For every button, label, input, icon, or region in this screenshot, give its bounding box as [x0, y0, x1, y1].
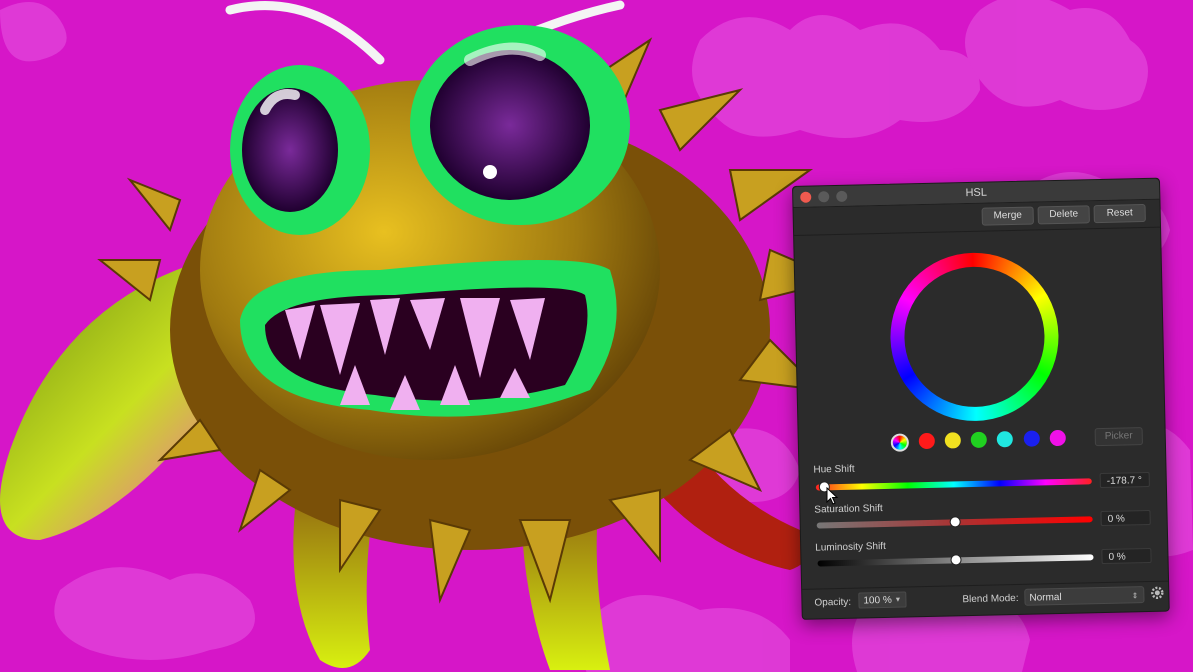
swatch-yellow[interactable]	[944, 432, 961, 449]
picker-button[interactable]: Picker	[1094, 427, 1143, 447]
swatch-magenta[interactable]	[1049, 429, 1066, 447]
hue-shift-value[interactable]: -178.7 °	[1099, 471, 1150, 489]
luminosity-shift-slider[interactable]	[817, 554, 1094, 567]
luminosity-shift-label: Luminosity Shift	[815, 540, 886, 554]
hue-color-wheel[interactable]	[888, 251, 1061, 423]
gear-icon[interactable]	[1150, 586, 1164, 600]
swatch-green[interactable]	[970, 431, 987, 449]
saturation-shift-label: Saturation Shift	[814, 503, 883, 516]
luminosity-slider-thumb[interactable]	[950, 554, 962, 566]
blend-mode-value: Normal	[1029, 591, 1062, 604]
merge-button[interactable]: Merge	[981, 206, 1034, 226]
hue-shift-label: Hue Shift	[813, 463, 855, 476]
color-wheel-center	[902, 265, 1047, 409]
swatch-blue[interactable]	[1023, 430, 1040, 447]
hsl-panel: HSL Merge Delete Reset Picker Hue Shift …	[792, 177, 1170, 620]
reset-button[interactable]: Reset	[1093, 203, 1146, 224]
panel-title: HSL	[965, 186, 988, 200]
blend-mode-select[interactable]: Normal ⇕	[1024, 586, 1145, 606]
up-down-arrows-icon: ⇕	[1131, 591, 1139, 601]
swatch-master[interactable]	[890, 433, 910, 452]
swatch-red[interactable]	[918, 432, 935, 450]
mouse-cursor-icon	[826, 487, 839, 505]
right-eye	[430, 50, 590, 200]
divider	[794, 226, 1161, 236]
left-eye	[242, 88, 338, 212]
antenna	[225, 1, 385, 65]
luminosity-shift-value[interactable]: 0 %	[1101, 547, 1152, 565]
blend-mode-label: Blend Mode:	[962, 592, 1019, 606]
opacity-dropdown[interactable]: 100 % ▼	[858, 591, 907, 609]
opacity-value: 100 %	[863, 594, 892, 607]
opacity-label: Opacity:	[814, 596, 852, 609]
saturation-slider-thumb[interactable]	[949, 516, 961, 528]
saturation-shift-value[interactable]: 0 %	[1100, 509, 1151, 527]
chevron-down-icon: ▼	[894, 596, 902, 604]
hue-shift-slider[interactable]	[815, 478, 1092, 493]
delete-button[interactable]: Delete	[1037, 205, 1090, 225]
swatch-cyan[interactable]	[996, 431, 1013, 448]
saturation-shift-slider[interactable]	[816, 516, 1093, 529]
eye-highlight	[483, 165, 497, 179]
